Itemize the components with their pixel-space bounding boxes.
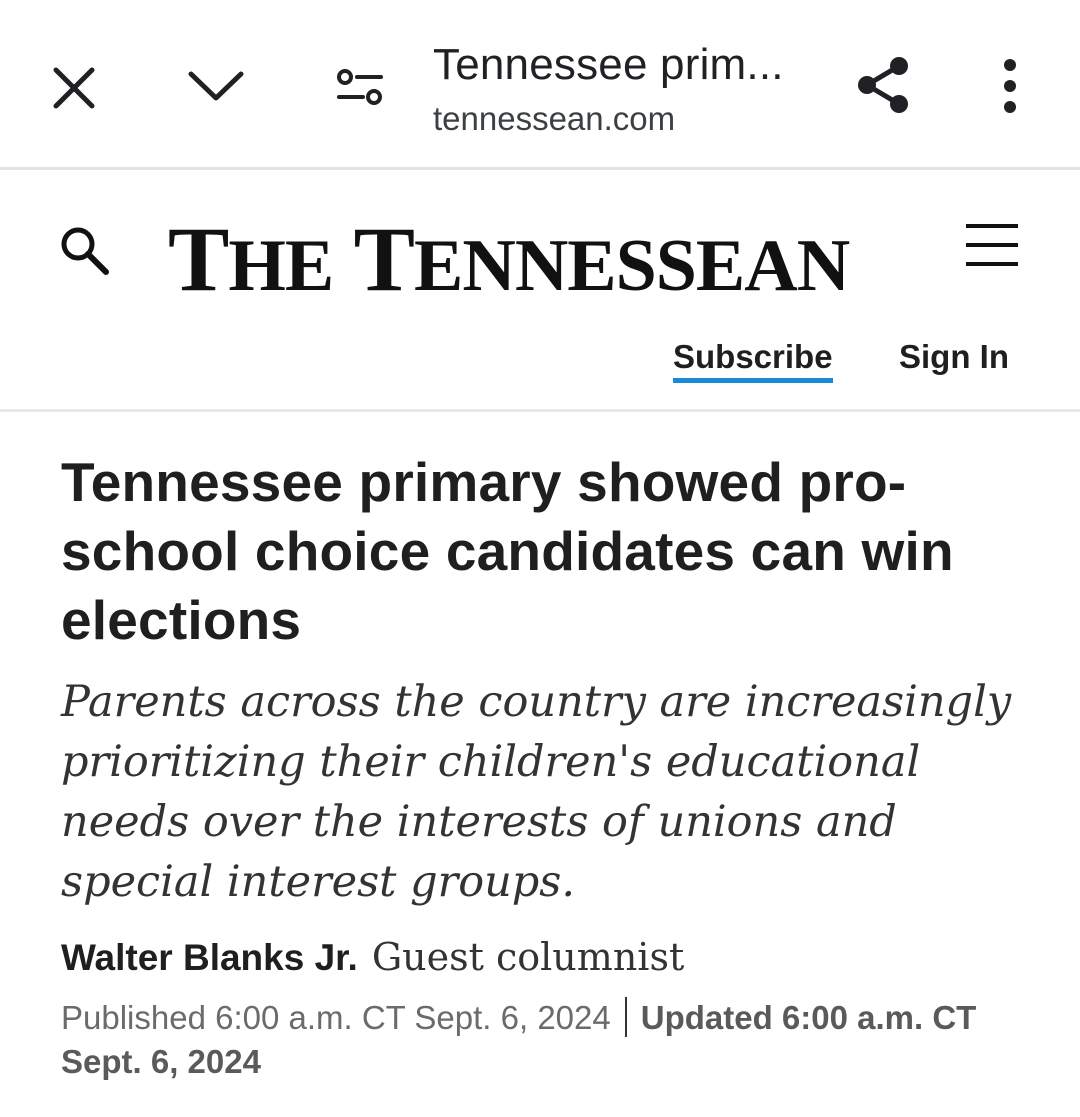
article-dek: Parents across the country are increasin… xyxy=(61,677,1012,907)
article-headline: Tennessee primary showed pro-school choi… xyxy=(61,451,954,651)
logo-the-rest: HE xyxy=(228,225,334,307)
chevron-down-icon[interactable] xyxy=(184,56,248,116)
page-domain[interactable]: tennessean.com xyxy=(433,100,675,138)
search-icon[interactable] xyxy=(56,222,116,282)
byline: Walter Blanks Jr. Guest columnist xyxy=(61,932,684,991)
author-name[interactable]: Walter Blanks Jr. xyxy=(61,937,358,978)
published-date: Published 6:00 a.m. CT Sept. 6, 2024 xyxy=(61,999,611,1036)
logo-tennessean-rest: ENNESSEAN xyxy=(414,225,850,307)
subscribe-link[interactable]: Subscribe xyxy=(673,338,833,383)
browser-toolbar: Tennessee prim... tennessean.com xyxy=(0,0,1080,170)
site-header: THE TENNESSEAN Subscribe Sign In xyxy=(0,170,1080,412)
article-dates: Published 6:00 a.m. CT Sept. 6, 2024 Upda… xyxy=(61,996,1021,1084)
logo-tennessean-t: T xyxy=(353,208,415,310)
author-role: Guest columnist xyxy=(371,935,685,979)
more-vertical-icon[interactable] xyxy=(990,54,1030,118)
page-title[interactable]: Tennessee prim... xyxy=(433,40,813,90)
logo-the-t: T xyxy=(168,208,229,310)
site-logo[interactable]: THE TENNESSEAN xyxy=(168,204,850,321)
share-icon[interactable] xyxy=(850,52,916,118)
date-separator xyxy=(624,997,627,1037)
close-icon[interactable] xyxy=(44,58,104,118)
hamburger-menu-icon[interactable] xyxy=(962,220,1028,276)
sign-in-link[interactable]: Sign In xyxy=(899,338,1009,376)
page-settings-icon[interactable] xyxy=(330,60,390,114)
